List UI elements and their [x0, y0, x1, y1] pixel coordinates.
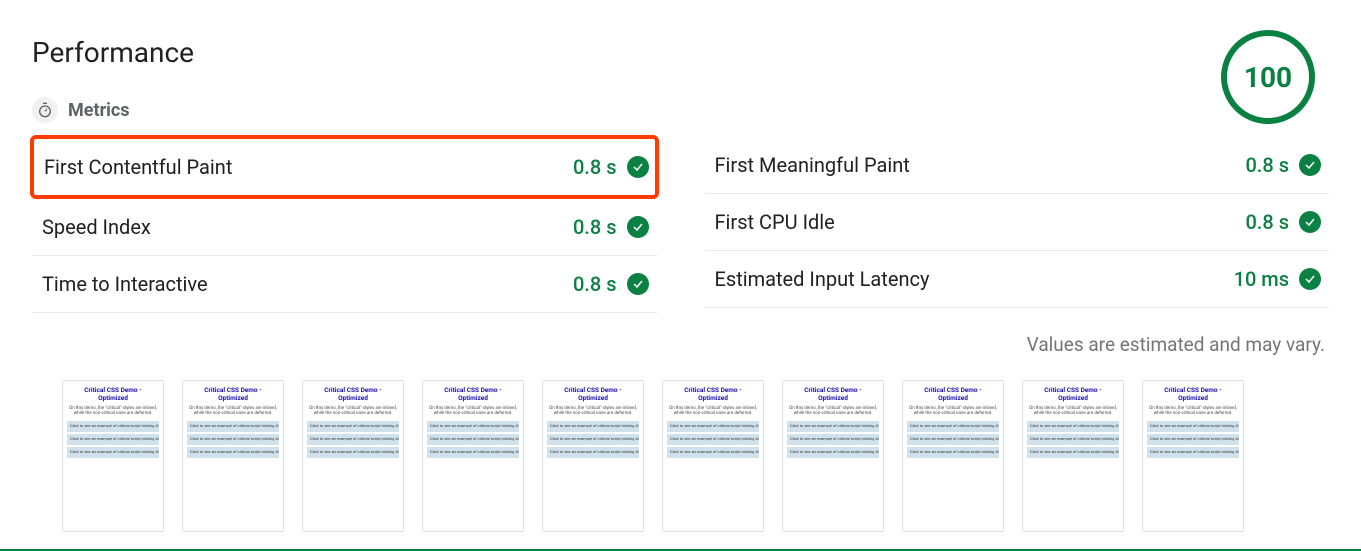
thumb-line: Click to see an example of critical scri… — [67, 421, 159, 432]
thumb-subtitle: On this demo, the "critical" styles are … — [307, 406, 399, 417]
thumb-subtitle: On this demo, the "critical" styles are … — [547, 406, 639, 417]
metrics-header[interactable]: Metrics — [32, 97, 1329, 123]
estimate-note: Values are estimated and may vary. — [32, 333, 1329, 356]
thumb-line: Click to see an example of critical scri… — [187, 421, 279, 432]
check-icon — [627, 273, 649, 295]
thumb-subtitle: On this demo, the "critical" styles are … — [667, 406, 759, 417]
thumb-line: Click to see an example of critical scri… — [907, 447, 999, 458]
metric-value: 0.8 s — [1245, 210, 1289, 234]
thumb-line: Click to see an example of critical scri… — [547, 421, 639, 432]
filmstrip-thumb[interactable]: Critical CSS Demo - Optimized On this dem… — [302, 380, 404, 532]
filmstrip-thumb[interactable]: Critical CSS Demo - Optimized On this dem… — [902, 380, 1004, 532]
thumb-line: Click to see an example of critical scri… — [187, 434, 279, 445]
thumb-title: Critical CSS Demo - Optimized — [667, 387, 759, 403]
thumb-line: Click to see an example of critical scri… — [1147, 421, 1239, 432]
thumb-line: Click to see an example of critical scri… — [1147, 434, 1239, 445]
thumb-line: Click to see an example of critical scri… — [907, 434, 999, 445]
filmstrip-thumb[interactable]: Critical CSS Demo - Optimized On this dem… — [422, 380, 524, 532]
page-title: Performance — [32, 36, 1329, 69]
thumb-line: Click to see an example of critical scri… — [187, 447, 279, 458]
metrics-section-label: Metrics — [68, 100, 130, 121]
metric-value: 0.8 s — [573, 155, 617, 179]
thumb-line: Click to see an example of critical scri… — [307, 447, 399, 458]
metric-row[interactable]: First Meaningful Paint 0.8 s — [705, 137, 1330, 194]
thumb-line: Click to see an example of critical scri… — [307, 421, 399, 432]
thumb-line: Click to see an example of critical scri… — [667, 421, 759, 432]
thumb-title: Critical CSS Demo - Optimized — [787, 387, 879, 403]
metric-name: Time to Interactive — [42, 272, 208, 296]
metric-row[interactable]: First CPU Idle 0.8 s — [705, 194, 1330, 251]
filmstrip-thumb[interactable]: Critical CSS Demo - Optimized On this dem… — [662, 380, 764, 532]
thumb-line: Click to see an example of critical scri… — [667, 447, 759, 458]
check-icon — [1299, 154, 1321, 176]
thumb-line: Click to see an example of critical scri… — [307, 434, 399, 445]
thumb-subtitle: On this demo, the "critical" styles are … — [427, 406, 519, 417]
filmstrip-thumb[interactable]: Critical CSS Demo - Optimized On this dem… — [782, 380, 884, 532]
thumb-title: Critical CSS Demo - Optimized — [1147, 387, 1239, 403]
thumb-title: Critical CSS Demo - Optimized — [67, 387, 159, 403]
filmstrip-thumb[interactable]: Critical CSS Demo - Optimized On this dem… — [1022, 380, 1124, 532]
thumb-line: Click to see an example of critical scri… — [667, 434, 759, 445]
thumb-line: Click to see an example of critical scri… — [1027, 447, 1119, 458]
metrics-grid: First Contentful Paint 0.8 s Speed Index 0.… — [32, 137, 1329, 313]
score-value: 100 — [1244, 61, 1292, 94]
metric-value: 10 ms — [1234, 267, 1289, 291]
thumb-line: Click to see an example of critical scri… — [427, 421, 519, 432]
metric-name: First Meaningful Paint — [715, 153, 910, 177]
thumb-title: Critical CSS Demo - Optimized — [307, 387, 399, 403]
metric-value: 0.8 s — [573, 272, 617, 296]
metric-name: Speed Index — [42, 215, 151, 239]
filmstrip-thumb[interactable]: Critical CSS Demo - Optimized On this dem… — [182, 380, 284, 532]
thumb-line: Click to see an example of critical scri… — [1147, 447, 1239, 458]
stopwatch-icon — [32, 97, 58, 123]
check-icon — [1299, 211, 1321, 233]
metric-name: First Contentful Paint — [44, 155, 232, 179]
metric-name: First CPU Idle — [715, 210, 835, 234]
thumb-title: Critical CSS Demo - Optimized — [187, 387, 279, 403]
thumb-subtitle: On this demo, the "critical" styles are … — [1027, 406, 1119, 417]
thumb-line: Click to see an example of critical scri… — [547, 447, 639, 458]
thumb-line: Click to see an example of critical scri… — [787, 447, 879, 458]
thumb-subtitle: On this demo, the "critical" styles are … — [67, 406, 159, 417]
thumb-line: Click to see an example of critical scri… — [427, 447, 519, 458]
thumb-line: Click to see an example of critical scri… — [907, 421, 999, 432]
metric-row[interactable]: Speed Index 0.8 s — [32, 199, 657, 256]
metric-value: 0.8 s — [1245, 153, 1289, 177]
thumb-subtitle: On this demo, the "critical" styles are … — [1147, 406, 1239, 417]
thumb-line: Click to see an example of critical scri… — [787, 434, 879, 445]
metric-row[interactable]: Time to Interactive 0.8 s — [32, 256, 657, 313]
filmstrip-thumb[interactable]: Critical CSS Demo - Optimized On this dem… — [542, 380, 644, 532]
metric-row[interactable]: First Contentful Paint 0.8 s — [30, 135, 659, 199]
thumb-subtitle: On this demo, the "critical" styles are … — [907, 406, 999, 417]
filmstrip: Critical CSS Demo - Optimized On this dem… — [32, 380, 1329, 532]
metric-name: Estimated Input Latency — [715, 267, 930, 291]
score-gauge: 100 — [1221, 30, 1315, 124]
thumb-line: Click to see an example of critical scri… — [787, 421, 879, 432]
thumb-line: Click to see an example of critical scri… — [67, 434, 159, 445]
thumb-line: Click to see an example of critical scri… — [427, 434, 519, 445]
filmstrip-thumb[interactable]: Critical CSS Demo - Optimized On this dem… — [62, 380, 164, 532]
thumb-line: Click to see an example of critical scri… — [1027, 434, 1119, 445]
check-icon — [627, 156, 649, 178]
thumb-title: Critical CSS Demo - Optimized — [547, 387, 639, 403]
metric-row[interactable]: Estimated Input Latency 10 ms — [705, 251, 1330, 308]
check-icon — [627, 216, 649, 238]
thumb-title: Critical CSS Demo - Optimized — [427, 387, 519, 403]
thumb-line: Click to see an example of critical scri… — [1027, 421, 1119, 432]
filmstrip-thumb[interactable]: Critical CSS Demo - Optimized On this dem… — [1142, 380, 1244, 532]
thumb-line: Click to see an example of critical scri… — [547, 434, 639, 445]
thumb-subtitle: On this demo, the "critical" styles are … — [187, 406, 279, 417]
check-icon — [1299, 268, 1321, 290]
metric-value: 0.8 s — [573, 215, 617, 239]
thumb-title: Critical CSS Demo - Optimized — [1027, 387, 1119, 403]
thumb-title: Critical CSS Demo - Optimized — [907, 387, 999, 403]
thumb-line: Click to see an example of critical scri… — [67, 447, 159, 458]
thumb-subtitle: On this demo, the "critical" styles are … — [787, 406, 879, 417]
